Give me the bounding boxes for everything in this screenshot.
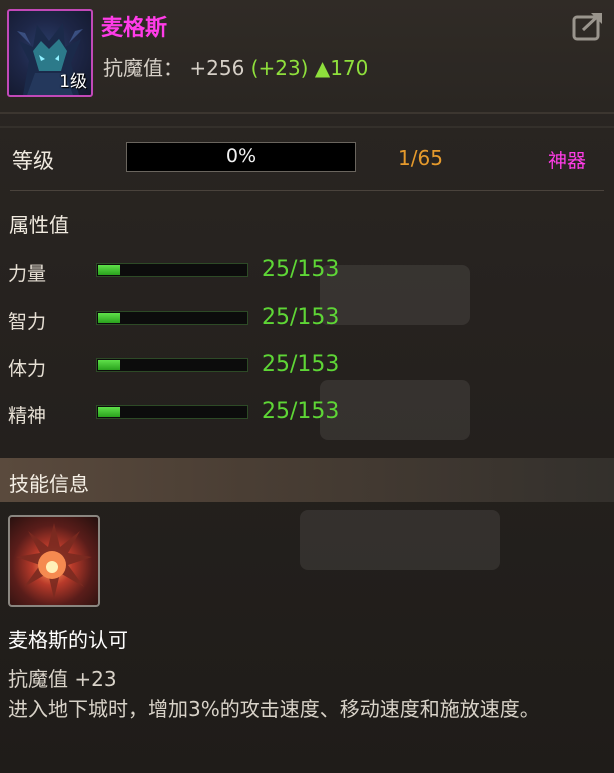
attribute-bar-fill [98, 265, 121, 275]
rarity-label: 神器 [548, 150, 587, 172]
skill-section-title: 技能信息 [9, 472, 89, 496]
stat-value: +256 [189, 56, 245, 80]
attribute-bar [96, 358, 248, 372]
skill-section-banner: 技能信息 [0, 458, 614, 502]
background-decoration [300, 510, 500, 570]
attribute-value: 25/153 [262, 257, 340, 282]
attribute-value: 25/153 [262, 305, 340, 330]
grade-progress-bar: 0% [126, 142, 356, 172]
item-name: 麦格斯 [101, 16, 168, 41]
attributes-title: 属性值 [9, 213, 69, 237]
item-stat: 抗魔值： +256 (+23) ▲170 [103, 52, 368, 81]
grade-exp: 1/65 [398, 146, 443, 170]
skill-burst-art [16, 523, 92, 599]
skill-name: 麦格斯的认可 [8, 628, 128, 652]
attribute-bar-fill [98, 313, 121, 323]
attribute-row: 体力 25/153 [8, 352, 608, 380]
grade-divider [10, 190, 604, 191]
share-icon[interactable] [571, 9, 605, 43]
stat-increase: ▲170 [314, 56, 369, 80]
skill-burst-icon[interactable] [8, 515, 100, 607]
attribute-bar [96, 263, 248, 277]
header-divider-light [0, 126, 614, 128]
attribute-name: 力量 [8, 263, 47, 285]
grade-progress-text: 0% [225, 145, 257, 167]
attribute-row: 精神 25/153 [8, 399, 608, 427]
item-header: 1级 麦格斯 抗魔值： +256 (+23) ▲170 [0, 0, 614, 112]
attribute-row: 智力 25/153 [8, 305, 608, 333]
attribute-name: 体力 [8, 358, 47, 380]
attribute-name: 智力 [8, 311, 47, 333]
attribute-bar [96, 405, 248, 419]
attribute-bar [96, 311, 248, 325]
stat-bonus: (+23) [250, 56, 309, 80]
attribute-value: 25/153 [262, 399, 340, 424]
grade-label: 等级 [12, 149, 54, 173]
share-icon-graphic [572, 13, 602, 41]
level-badge: 1级 [59, 72, 87, 92]
attribute-bar-fill [98, 407, 121, 417]
skill-description: 进入地下城时，增加3%的攻击速度、移动速度和施放速度。 [8, 697, 540, 721]
header-divider [0, 112, 614, 114]
skill-stat: 抗魔值 +23 [8, 667, 117, 691]
dragon-portrait-icon[interactable]: 1级 [7, 9, 93, 97]
attribute-name: 精神 [8, 405, 47, 427]
attribute-row: 力量 25/153 [8, 257, 608, 285]
attribute-bar-fill [98, 360, 121, 370]
attribute-value: 25/153 [262, 352, 340, 377]
stat-label: 抗魔值： [103, 56, 183, 80]
